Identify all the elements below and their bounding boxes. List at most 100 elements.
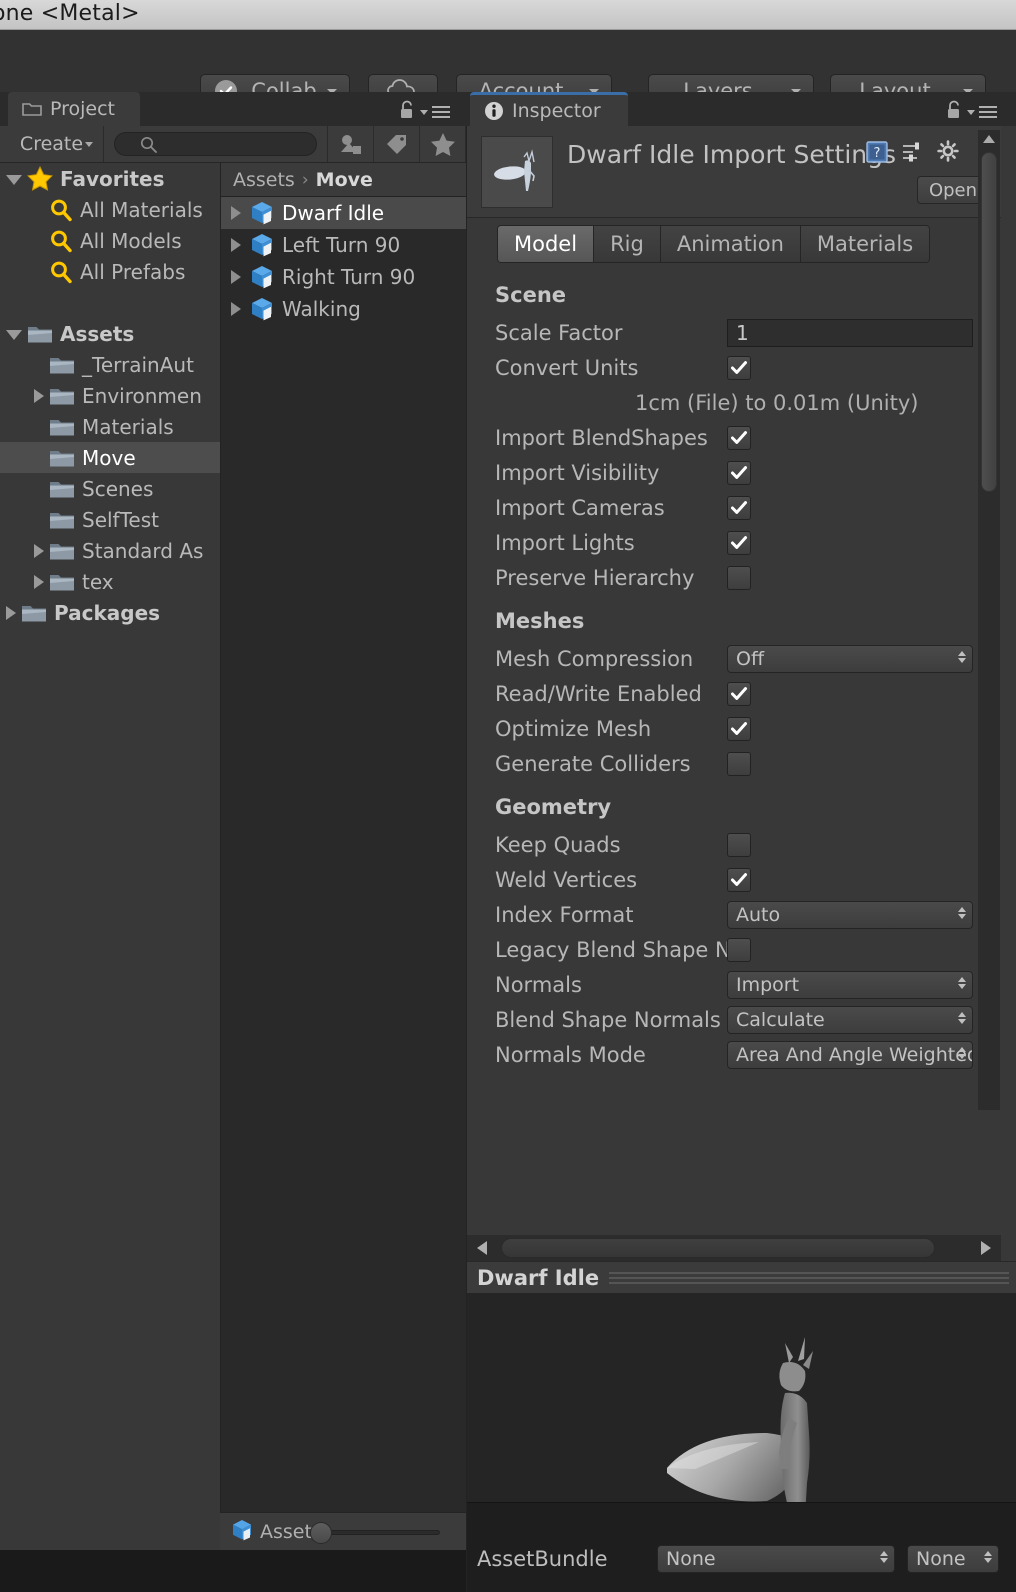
tree-item-standard-as[interactable]: Standard As bbox=[0, 535, 220, 566]
search-input[interactable] bbox=[114, 132, 317, 156]
unity-editor-window: one <Metal> Collab Account Layers Layout bbox=[0, 0, 1016, 1592]
breadcrumb-current[interactable]: Move bbox=[316, 169, 373, 191]
asset-item-dwarf-idle[interactable]: Dwarf Idle bbox=[221, 197, 466, 229]
optimize-mesh-checkbox[interactable] bbox=[727, 716, 751, 741]
tree-item-assets[interactable]: Assets bbox=[0, 318, 220, 349]
property-label: Blend Shape Normals bbox=[495, 1007, 721, 1032]
tree-item-terrainaut[interactable]: _TerrainAut bbox=[0, 349, 220, 380]
tree-item-packages[interactable]: Packages bbox=[0, 597, 220, 628]
tab-inspector[interactable]: Inspector bbox=[470, 92, 628, 126]
vertical-scroll-thumb[interactable] bbox=[981, 152, 997, 492]
property-label: Keep Quads bbox=[495, 832, 621, 857]
horizontal-scroll-thumb[interactable] bbox=[501, 1238, 935, 1258]
folder-icon bbox=[49, 354, 75, 375]
stepper-arrows-icon bbox=[880, 1551, 888, 1563]
breadcrumb-root[interactable]: Assets bbox=[233, 169, 295, 191]
asset-item-right-turn-90[interactable]: Right Turn 90 bbox=[221, 261, 466, 293]
asset-rows[interactable]: Dwarf Idle Left Turn 90 Right Turn 90 Walki… bbox=[221, 197, 466, 325]
import-lights-checkbox[interactable] bbox=[727, 530, 751, 555]
twirl-closed-icon[interactable] bbox=[231, 238, 241, 252]
property-row-preserve-hierarchy: Preserve Hierarchy bbox=[467, 560, 1001, 595]
tree-item-all-materials[interactable]: All Materials bbox=[0, 194, 220, 225]
inspector-horizontal-scrollbar[interactable] bbox=[467, 1235, 1001, 1261]
gear-icon[interactable] bbox=[937, 140, 961, 168]
assetbundle-name-dropdown[interactable]: None bbox=[657, 1545, 895, 1573]
asset-icon bbox=[230, 1518, 254, 1546]
create-button[interactable]: Create bbox=[0, 126, 104, 162]
scale-factor-input[interactable]: 1 bbox=[727, 318, 973, 347]
generate-colliders-checkbox[interactable] bbox=[727, 751, 751, 776]
tree-item-materials[interactable]: Materials bbox=[0, 411, 220, 442]
scroll-right-arrow-icon[interactable] bbox=[981, 1241, 991, 1255]
inspector-tabs[interactable]: Model Rig Animation Materials bbox=[497, 225, 931, 263]
slider-knob[interactable] bbox=[310, 1522, 332, 1544]
index-format-dropdown[interactable]: Auto bbox=[727, 900, 973, 929]
convert-units-checkbox[interactable] bbox=[727, 355, 751, 380]
normals-mode-dropdown[interactable]: Area And Angle Weighted bbox=[727, 1040, 973, 1069]
search-favorite-icon bbox=[49, 229, 73, 253]
mesh-compression-dropdown[interactable]: Off bbox=[727, 644, 973, 673]
inspector-vertical-scrollbar[interactable] bbox=[978, 130, 1000, 1110]
import-visibility-checkbox[interactable] bbox=[727, 460, 751, 485]
twirl-closed-icon[interactable] bbox=[34, 388, 44, 403]
section-heading-geometry: Geometry bbox=[495, 795, 612, 819]
twirl-closed-icon[interactable] bbox=[6, 605, 16, 620]
import-cameras-checkbox[interactable] bbox=[727, 495, 751, 520]
tab-rig[interactable]: Rig bbox=[594, 226, 661, 262]
weld-vertices-checkbox[interactable] bbox=[727, 867, 751, 892]
preset-icon[interactable] bbox=[901, 140, 925, 168]
normals-dropdown[interactable]: Import bbox=[727, 970, 973, 999]
os-window-title: one <Metal> bbox=[0, 1, 140, 26]
assetbundle-variant-dropdown[interactable]: None bbox=[907, 1545, 999, 1573]
preserve-hierarchy-checkbox[interactable] bbox=[727, 565, 751, 590]
twirl-open-icon[interactable] bbox=[6, 330, 22, 340]
twirl-closed-icon[interactable] bbox=[231, 302, 241, 316]
twirl-closed-icon[interactable] bbox=[34, 543, 44, 558]
asset-item-left-turn-90[interactable]: Left Turn 90 bbox=[221, 229, 466, 261]
twirl-closed-icon[interactable] bbox=[231, 270, 241, 284]
thumbnail-zoom-slider[interactable] bbox=[310, 1522, 440, 1544]
read-write-enabled-checkbox[interactable] bbox=[727, 681, 751, 706]
tab-project[interactable]: Project bbox=[8, 92, 140, 126]
search-favorite-icon bbox=[49, 198, 73, 222]
tree-item-selftest[interactable]: SelfTest bbox=[0, 504, 220, 535]
filter-by-type-button[interactable] bbox=[328, 126, 374, 162]
info-icon bbox=[484, 101, 504, 121]
help-icon[interactable]: ? bbox=[865, 140, 889, 168]
property-row-import-visibility: Import Visibility bbox=[467, 455, 1001, 490]
project-status-label: Asset bbox=[260, 1520, 312, 1543]
filter-by-label-button[interactable] bbox=[374, 126, 420, 162]
twirl-open-icon[interactable] bbox=[6, 175, 22, 185]
keep-quads-checkbox[interactable] bbox=[727, 832, 751, 857]
chevron-down-icon[interactable] bbox=[967, 109, 975, 115]
mesh-compression-value: Off bbox=[736, 647, 765, 670]
tab-model[interactable]: Model bbox=[498, 226, 595, 262]
scroll-left-arrow-icon[interactable] bbox=[477, 1241, 487, 1255]
lock-icon[interactable] bbox=[398, 100, 416, 124]
tree-item-tex[interactable]: tex bbox=[0, 566, 220, 597]
tree-item-all-models[interactable]: All Models bbox=[0, 225, 220, 256]
project-tree[interactable]: Favorites All Materials All Models All Pref… bbox=[0, 163, 220, 1512]
tree-item-favorites[interactable]: Favorites bbox=[0, 163, 220, 194]
scroll-up-arrow-icon[interactable] bbox=[983, 135, 995, 143]
twirl-closed-icon[interactable] bbox=[34, 574, 44, 589]
import-blendshapes-checkbox[interactable] bbox=[727, 425, 751, 450]
tree-item-environmen[interactable]: Environmen bbox=[0, 380, 220, 411]
panel-menu-icon[interactable] bbox=[979, 106, 997, 118]
tree-item-scenes[interactable]: Scenes bbox=[0, 473, 220, 504]
model-prefab-icon bbox=[249, 232, 275, 258]
normals-mode-value: Area And Angle Weighted bbox=[736, 1043, 973, 1066]
tree-item-label: Standard As bbox=[82, 538, 204, 563]
chevron-down-icon[interactable] bbox=[420, 109, 428, 115]
asset-item-walking[interactable]: Walking bbox=[221, 293, 466, 325]
tree-item-all-prefabs[interactable]: All Prefabs bbox=[0, 256, 220, 287]
twirl-closed-icon[interactable] bbox=[231, 206, 241, 220]
tree-item-move[interactable]: Move bbox=[0, 442, 220, 473]
lock-icon[interactable] bbox=[945, 100, 963, 124]
tab-animation[interactable]: Animation bbox=[660, 226, 801, 262]
tab-materials[interactable]: Materials bbox=[800, 226, 930, 262]
favorite-star-button[interactable] bbox=[420, 126, 466, 162]
legacy-blend-shape-n-checkbox[interactable] bbox=[727, 937, 751, 962]
panel-menu-icon[interactable] bbox=[432, 106, 450, 118]
blend-shape-normals-dropdown[interactable]: Calculate bbox=[727, 1005, 973, 1034]
